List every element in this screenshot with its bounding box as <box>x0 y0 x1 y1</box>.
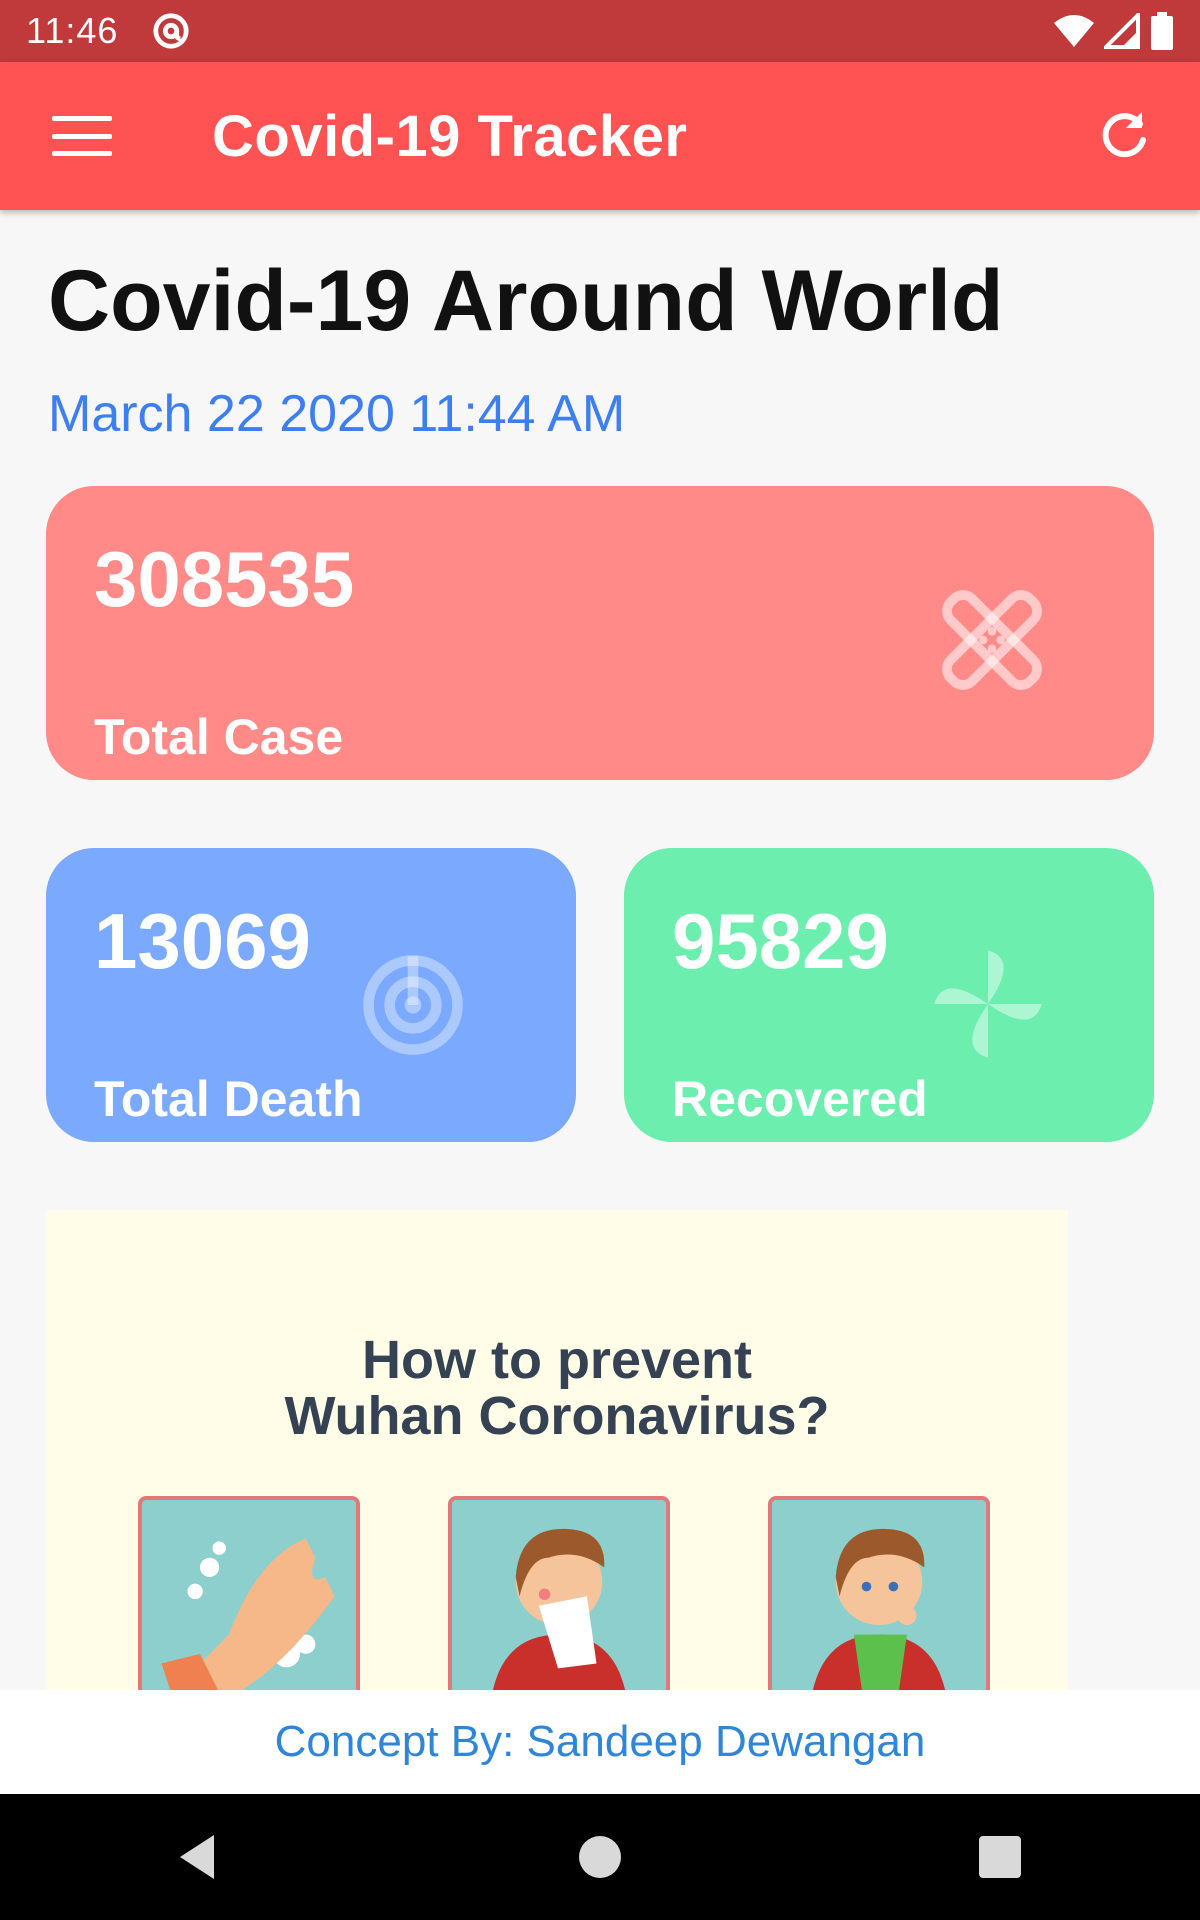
status-time: 11:46 <box>26 10 119 51</box>
total-death-card[interactable]: 13069 Total Death <box>46 848 576 1142</box>
last-updated-date: March 22 2020 11:44 AM <box>48 385 626 443</box>
banner-title-line1: How to prevent <box>361 1330 753 1390</box>
recents-icon[interactable] <box>970 1827 1030 1887</box>
bandage-icon <box>942 590 1042 690</box>
radar-icon <box>363 955 463 1055</box>
signal-icon <box>1104 13 1140 49</box>
total-case-value: 308535 <box>94 535 355 623</box>
system-nav-bar <box>0 1794 1200 1920</box>
status-icons <box>1054 12 1174 50</box>
banner-title-line2: Wuhan Coronavirus? <box>284 1386 830 1446</box>
refresh-icon[interactable] <box>1096 108 1152 164</box>
wifi-icon <box>1054 15 1094 47</box>
pinwheel-icon <box>934 950 1042 1058</box>
recovered-card[interactable]: 95829 Recovered <box>624 848 1154 1142</box>
hand-washing-illustration <box>138 1496 360 1690</box>
total-case-label: Total Case <box>94 709 344 765</box>
page-title: Covid-19 Around World <box>48 253 1004 349</box>
total-death-value: 13069 <box>94 897 311 985</box>
credit-text: Concept By: Sandeep Dewangan <box>274 1717 926 1766</box>
prevention-banner: How to prevent Wuhan Coronavirus? <box>46 1210 1068 1690</box>
total-case-card[interactable]: 308535 Total Case <box>46 486 1154 780</box>
hamburger-menu-icon[interactable] <box>52 116 112 156</box>
banner-title: How to prevent Wuhan Coronavirus? <box>46 1332 1068 1444</box>
battery-icon <box>1151 12 1173 50</box>
back-icon[interactable] <box>170 1827 230 1887</box>
at-sign-icon <box>153 13 189 49</box>
status-bar: 11:46 <box>0 0 1200 62</box>
app-screen: 11:46 Covid-19 Tracker Covid-19 Around W… <box>0 0 1200 1920</box>
sneezing-illustration <box>448 1496 670 1690</box>
recovered-value: 95829 <box>672 897 889 985</box>
home-icon[interactable] <box>570 1827 630 1887</box>
footer: Concept By: Sandeep Dewangan <box>0 1690 1200 1794</box>
recovered-label: Recovered <box>672 1071 928 1127</box>
app-bar: Covid-19 Tracker <box>0 62 1200 210</box>
coughing-illustration <box>768 1496 990 1690</box>
app-title: Covid-19 Tracker <box>212 103 688 169</box>
total-death-label: Total Death <box>94 1071 363 1127</box>
